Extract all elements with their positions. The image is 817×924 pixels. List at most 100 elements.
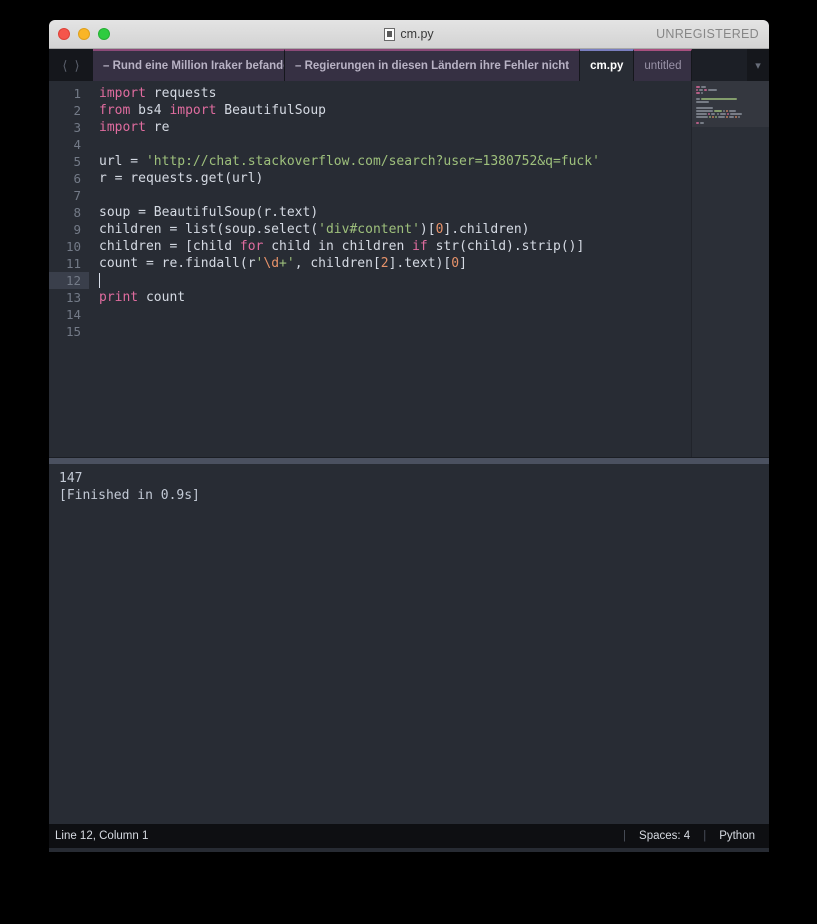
- tab-nav-arrows: ⟨ ⟩: [49, 49, 93, 81]
- minimap-token: [696, 98, 700, 100]
- line-number: 7: [49, 187, 89, 204]
- minimap-token: [696, 113, 707, 115]
- line-source: import re: [89, 119, 169, 136]
- code-line[interactable]: 1import requests: [49, 85, 600, 102]
- panel-splitter[interactable]: [49, 457, 769, 464]
- token-kw: for: [240, 239, 263, 254]
- token-kw: import: [99, 120, 146, 135]
- token-num: 0: [451, 256, 459, 271]
- code-line[interactable]: 7: [49, 187, 600, 204]
- code-line[interactable]: 14: [49, 306, 600, 323]
- token-kw: from: [99, 103, 130, 118]
- window-titlebar: cm.py UNREGISTERED: [49, 20, 769, 49]
- line-source: url = 'http://chat.stackoverflow.com/sea…: [89, 153, 600, 170]
- minimap-token: [696, 122, 699, 124]
- code-line[interactable]: 4: [49, 136, 600, 153]
- code-editor[interactable]: 1import requests2from bs4 import Beautif…: [49, 81, 769, 457]
- document-icon: [384, 28, 395, 41]
- chevron-down-icon[interactable]: ▾: [747, 49, 769, 81]
- tab-label: cm.py: [590, 60, 623, 72]
- token-pl: count = re.findall(r: [99, 256, 256, 271]
- line-source: children = list(soup.select('div#content…: [89, 221, 529, 238]
- code-line[interactable]: 6 r = requests.get(url): [49, 170, 600, 187]
- minimap-token: [699, 89, 702, 91]
- minimap-token: [718, 116, 725, 118]
- syntax-mode[interactable]: Python: [719, 830, 755, 842]
- token-pl: str(child).strip()]: [428, 239, 585, 254]
- status-bar: Line 12, Column 1 | Spaces: 4 | Python: [49, 824, 769, 848]
- token-pl: re: [146, 120, 169, 135]
- code-line[interactable]: 9children = list(soup.select('div#conten…: [49, 221, 600, 238]
- minimap-token: [729, 116, 734, 118]
- token-pl: requests: [146, 86, 216, 101]
- line-number: 4: [49, 136, 89, 153]
- indent-setting[interactable]: Spaces: 4: [639, 830, 690, 842]
- token-str: 'div#content': [318, 222, 420, 237]
- tab-item-untitled[interactable]: untitled: [634, 49, 692, 81]
- minimap-token: [714, 110, 722, 112]
- line-number: 10: [49, 238, 89, 255]
- minimap-token: [720, 113, 726, 115]
- line-number: 3: [49, 119, 89, 136]
- token-pl: bs4: [130, 103, 169, 118]
- token-kw: print: [99, 290, 138, 305]
- code-line[interactable]: 2from bs4 import BeautifulSoup: [49, 102, 600, 119]
- token-kw: if: [412, 239, 428, 254]
- tab-item-0[interactable]: – Rund eine Million Iraker befande: [93, 49, 285, 81]
- code-line[interactable]: 5url = 'http://chat.stackoverflow.com/se…: [49, 153, 600, 170]
- window-title: cm.py: [400, 27, 433, 41]
- code-line[interactable]: 8soup = BeautifulSoup(r.text): [49, 204, 600, 221]
- line-source: import requests: [89, 85, 216, 102]
- chevron-right-icon[interactable]: ⟩: [75, 59, 80, 72]
- token-pl: ].children): [443, 222, 529, 237]
- build-output-console: 147 [Finished in 0.9s]: [49, 464, 769, 824]
- cursor-position: Line 12, Column 1: [49, 830, 610, 842]
- tab-label: – Rund eine Million Iraker befande: [103, 60, 285, 72]
- line-source: from bs4 import BeautifulSoup: [89, 102, 326, 119]
- minimap-token: [717, 113, 719, 115]
- code-line[interactable]: 3import re: [49, 119, 600, 136]
- minimap-token: [696, 86, 700, 88]
- chevron-left-icon[interactable]: ⟨: [62, 59, 67, 72]
- editor-minimap[interactable]: [691, 81, 769, 457]
- minimap-token: [696, 107, 713, 109]
- maximize-button[interactable]: [98, 28, 110, 40]
- code-line[interactable]: 11count = re.findall(r'\d+', children[2]…: [49, 255, 600, 272]
- code-line[interactable]: 10children = [child for child in childre…: [49, 238, 600, 255]
- token-pl: children = list(soup.select(: [99, 222, 318, 237]
- code-line[interactable]: 13print count: [49, 289, 600, 306]
- line-number: 6: [49, 170, 89, 187]
- minimap-token: [700, 122, 704, 124]
- token-pl: ]: [459, 256, 467, 271]
- line-source: print count: [89, 289, 185, 306]
- line-number: 2: [49, 102, 89, 119]
- line-source: children = [child for child in children …: [89, 238, 584, 255]
- line-number: 8: [49, 204, 89, 221]
- minimap-token: [696, 101, 709, 103]
- minimap-token: [696, 92, 700, 94]
- text-cursor: [99, 273, 100, 288]
- status-bar-right: | Spaces: 4 | Python: [610, 830, 769, 842]
- minimize-button[interactable]: [78, 28, 90, 40]
- tab-list: – Rund eine Million Iraker befande – Reg…: [93, 49, 747, 81]
- token-pl: r = requests.get(url): [99, 171, 263, 186]
- line-number: 11: [49, 255, 89, 272]
- token-kw: import: [169, 103, 216, 118]
- token-pl: , children[: [295, 256, 381, 271]
- traffic-lights: [58, 28, 110, 40]
- code-line[interactable]: 15: [49, 323, 600, 340]
- token-re: \d: [263, 256, 279, 271]
- tab-label: – Regierungen in diesen Ländern ihre Feh…: [295, 60, 569, 72]
- tab-label: untitled: [644, 60, 681, 72]
- sublime-text-window: cm.py UNREGISTERED ⟨ ⟩ – Rund eine Milli…: [49, 20, 769, 852]
- tab-item-cm-py[interactable]: cm.py: [580, 49, 634, 81]
- line-number: 5: [49, 153, 89, 170]
- code-line[interactable]: 12: [49, 272, 600, 289]
- code-lines[interactable]: 1import requests2from bs4 import Beautif…: [49, 85, 600, 340]
- token-pl: ].text)[: [389, 256, 452, 271]
- status-separator-2: |: [690, 830, 719, 842]
- close-button[interactable]: [58, 28, 70, 40]
- minimap-token: [696, 110, 713, 112]
- unregistered-label: UNREGISTERED: [656, 27, 759, 41]
- tab-item-1[interactable]: – Regierungen in diesen Ländern ihre Feh…: [285, 49, 580, 81]
